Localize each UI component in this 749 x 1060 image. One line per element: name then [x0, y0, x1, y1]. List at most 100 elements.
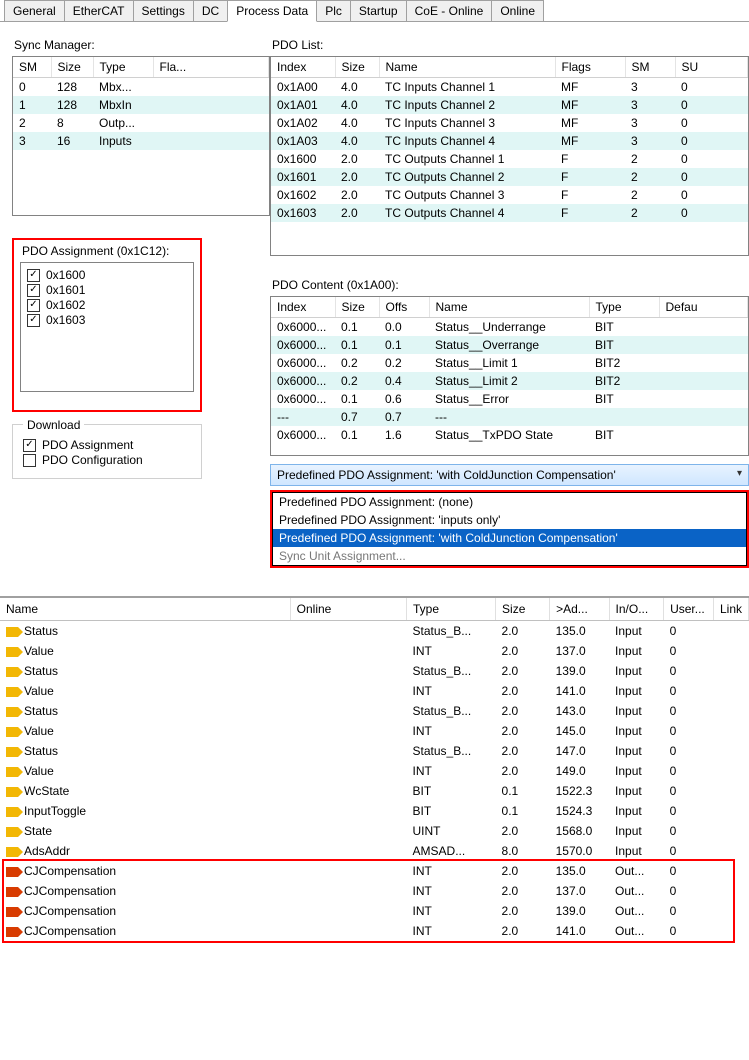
- grid-col-type[interactable]: Type: [407, 598, 496, 621]
- pdo-list-row[interactable]: 0x16032.0TC Outputs Channel 4F20: [271, 204, 748, 222]
- pdo-list-row[interactable]: 0x16002.0TC Outputs Channel 1F20: [271, 150, 748, 168]
- sync-col-sm[interactable]: SM: [13, 57, 51, 78]
- pdo-content-row[interactable]: 0x6000...0.20.4Status__Limit 2BIT2: [271, 372, 748, 390]
- predefined-pdo-dropdown[interactable]: Predefined PDO Assignment: 'with ColdJun…: [270, 464, 749, 486]
- grid-col-addr[interactable]: >Ad...: [550, 598, 609, 621]
- content-col-offs[interactable]: Offs: [379, 297, 429, 318]
- sync-col-flags[interactable]: Fla...: [153, 57, 269, 78]
- pdo-content-row[interactable]: 0x6000...0.20.2Status__Limit 1BIT2: [271, 354, 748, 372]
- variable-row[interactable]: StatusStatus_B...2.0135.0Input0: [0, 621, 749, 642]
- variable-grid[interactable]: Name Online Type Size >Ad... In/O... Use…: [0, 598, 749, 941]
- pdo-content-row[interactable]: ---0.70.7---: [271, 408, 748, 426]
- sync-manager-list[interactable]: SM Size Type Fla... 0128Mbx...1128MbxIn2…: [12, 56, 270, 216]
- tab-plc[interactable]: Plc: [316, 0, 351, 21]
- variable-row[interactable]: CJCompensationINT2.0135.0Out...0: [0, 861, 749, 881]
- var-name: Value: [24, 684, 54, 698]
- sync-row[interactable]: 1128MbxIn: [13, 96, 269, 114]
- grid-col-name[interactable]: Name: [0, 598, 290, 621]
- pdo-assignment-item[interactable]: ✓0x1603: [27, 313, 187, 327]
- content-col-name[interactable]: Name: [429, 297, 589, 318]
- pdo-content-row[interactable]: 0x6000...0.11.6Status__TxPDO StateBIT: [271, 426, 748, 444]
- cell: 2.0: [496, 861, 550, 881]
- cell: 0x1A00: [271, 78, 335, 97]
- var-name: WcState: [24, 784, 69, 798]
- pdo-assignment-item[interactable]: ✓0x1600: [27, 268, 187, 282]
- pdo-list-row[interactable]: 0x1A014.0TC Inputs Channel 2MF30: [271, 96, 748, 114]
- tab-process-data[interactable]: Process Data: [227, 0, 317, 22]
- cell: [290, 661, 406, 681]
- variable-row[interactable]: StatusStatus_B...2.0143.0Input0: [0, 701, 749, 721]
- cell: 2.0: [335, 186, 379, 204]
- pdo-col-index[interactable]: Index: [271, 57, 335, 78]
- predefined-option-none[interactable]: Predefined PDO Assignment: (none): [273, 493, 746, 511]
- tab-general[interactable]: General: [4, 0, 65, 21]
- cell: BIT: [589, 318, 659, 337]
- pdo-col-name[interactable]: Name: [379, 57, 555, 78]
- predefined-option-coldjunction[interactable]: Predefined PDO Assignment: 'with ColdJun…: [273, 529, 746, 547]
- tab-coe-online[interactable]: CoE - Online: [406, 0, 493, 21]
- pdo-list-row[interactable]: 0x1A004.0TC Inputs Channel 1MF30: [271, 78, 748, 97]
- pdo-col-size[interactable]: Size: [335, 57, 379, 78]
- variable-row[interactable]: ValueINT2.0145.0Input0: [0, 721, 749, 741]
- pdo-list-row[interactable]: 0x16012.0TC Outputs Channel 2F20: [271, 168, 748, 186]
- sync-col-type[interactable]: Type: [93, 57, 153, 78]
- sync-unit-assignment[interactable]: Sync Unit Assignment...: [273, 547, 746, 565]
- predefined-option-inputs-only[interactable]: Predefined PDO Assignment: 'inputs only': [273, 511, 746, 529]
- variable-row[interactable]: AdsAddrAMSAD...8.01570.0Input0: [0, 841, 749, 861]
- sync-row[interactable]: 28Outp...: [13, 114, 269, 132]
- pdo-content-list[interactable]: Index Size Offs Name Type Defau 0x6000..…: [270, 296, 749, 456]
- variable-row[interactable]: CJCompensationINT2.0141.0Out...0: [0, 921, 749, 941]
- variable-row[interactable]: StatusStatus_B...2.0147.0Input0: [0, 741, 749, 761]
- pdo-assignment-list[interactable]: ✓0x1600✓0x1601✓0x1602✓0x1603: [20, 262, 194, 392]
- variable-row[interactable]: ValueINT2.0141.0Input0: [0, 681, 749, 701]
- grid-col-user[interactable]: User...: [664, 598, 714, 621]
- grid-col-online[interactable]: Online: [290, 598, 406, 621]
- checkbox-icon: ✓: [27, 269, 40, 282]
- content-col-index[interactable]: Index: [271, 297, 335, 318]
- tab-online[interactable]: Online: [491, 0, 544, 21]
- pdo-content-row[interactable]: 0x6000...0.10.6Status__ErrorBIT: [271, 390, 748, 408]
- sync-row[interactable]: 0128Mbx...: [13, 78, 269, 97]
- cell: TC Outputs Channel 3: [379, 186, 555, 204]
- variable-row[interactable]: ValueINT2.0149.0Input0: [0, 761, 749, 781]
- pdo-list-row[interactable]: 0x1A034.0TC Inputs Channel 4MF30: [271, 132, 748, 150]
- pdo-col-su[interactable]: SU: [675, 57, 748, 78]
- download-pdo-configuration[interactable]: PDO Configuration: [23, 453, 191, 467]
- variable-row[interactable]: ValueINT2.0137.0Input0: [0, 641, 749, 661]
- sync-col-size[interactable]: Size: [51, 57, 93, 78]
- content-col-default[interactable]: Defau: [659, 297, 748, 318]
- pdo-list[interactable]: Index Size Name Flags SM SU 0x1A004.0TC …: [270, 56, 749, 256]
- pdo-list-row[interactable]: 0x1A024.0TC Inputs Channel 3MF30: [271, 114, 748, 132]
- pdo-list-row[interactable]: 0x16022.0TC Outputs Channel 3F20: [271, 186, 748, 204]
- cell: 1524.3: [550, 801, 609, 821]
- variable-row[interactable]: CJCompensationINT2.0137.0Out...0: [0, 881, 749, 901]
- pdo-content-row[interactable]: 0x6000...0.10.1Status__OverrangeBIT: [271, 336, 748, 354]
- tab-ethercat[interactable]: EtherCAT: [64, 0, 134, 21]
- variable-row[interactable]: StatusStatus_B...2.0139.0Input0: [0, 661, 749, 681]
- pdo-assignment-item[interactable]: ✓0x1602: [27, 298, 187, 312]
- grid-col-size[interactable]: Size: [496, 598, 550, 621]
- pdo-assignment-item-label: 0x1602: [46, 298, 85, 312]
- grid-col-io[interactable]: In/O...: [609, 598, 664, 621]
- cell: 0: [664, 841, 714, 861]
- variable-row[interactable]: WcStateBIT0.11522.3Input0: [0, 781, 749, 801]
- var-name: Value: [24, 644, 54, 658]
- tab-dc[interactable]: DC: [193, 0, 228, 21]
- variable-row[interactable]: InputToggleBIT0.11524.3Input0: [0, 801, 749, 821]
- pdo-content-row[interactable]: 0x6000...0.10.0Status__UnderrangeBIT: [271, 318, 748, 337]
- cell: [713, 721, 748, 741]
- cell: [713, 661, 748, 681]
- variable-row[interactable]: CJCompensationINT2.0139.0Out...0: [0, 901, 749, 921]
- tab-startup[interactable]: Startup: [350, 0, 407, 21]
- variable-row[interactable]: StateUINT2.01568.0Input0: [0, 821, 749, 841]
- pdo-col-sm[interactable]: SM: [625, 57, 675, 78]
- content-col-type[interactable]: Type: [589, 297, 659, 318]
- download-pdo-assignment[interactable]: ✓ PDO Assignment: [23, 438, 191, 452]
- grid-col-link[interactable]: Link: [713, 598, 748, 621]
- content-col-size[interactable]: Size: [335, 297, 379, 318]
- pdo-col-flags[interactable]: Flags: [555, 57, 625, 78]
- cell: Status_B...: [407, 741, 496, 761]
- sync-row[interactable]: 316Inputs: [13, 132, 269, 150]
- pdo-assignment-item[interactable]: ✓0x1601: [27, 283, 187, 297]
- tab-settings[interactable]: Settings: [133, 0, 194, 21]
